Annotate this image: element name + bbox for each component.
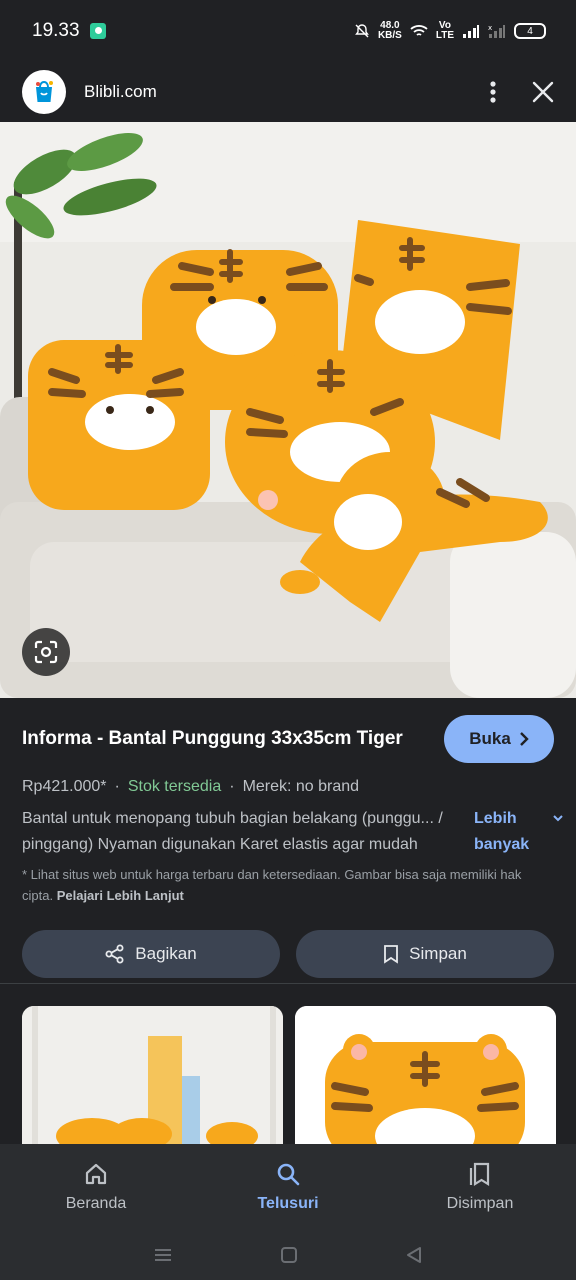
close-icon[interactable] bbox=[532, 81, 554, 103]
related-image[interactable] bbox=[295, 1006, 556, 1144]
more-vert-icon[interactable] bbox=[490, 80, 496, 104]
site-name[interactable]: Blibli.com bbox=[84, 82, 157, 102]
svg-text:x: x bbox=[488, 24, 492, 32]
stock-status: Stok tersedia bbox=[127, 778, 222, 795]
status-right: 48.0 KB/S Vo LTE x 4 bbox=[354, 21, 546, 41]
status-left: 19.33 bbox=[32, 20, 106, 42]
muted-bell-icon bbox=[355, 24, 369, 38]
open-button-label: Buka bbox=[469, 729, 511, 748]
signal-icon bbox=[463, 25, 479, 38]
site-header: Blibli.com bbox=[0, 62, 576, 122]
title-row: Informa - Bantal Punggung 33x35cm Tiger … bbox=[22, 698, 554, 780]
chevron-down-icon bbox=[553, 815, 563, 822]
brand: Merek: no brand bbox=[242, 778, 360, 795]
home-square-icon[interactable] bbox=[280, 1246, 298, 1264]
home-icon bbox=[85, 1163, 107, 1185]
section-divider bbox=[0, 983, 576, 984]
nav-label-home: Beranda bbox=[65, 1195, 127, 1212]
site-logo[interactable] bbox=[22, 70, 66, 114]
share-icon bbox=[105, 944, 124, 964]
related-image[interactable] bbox=[22, 1006, 283, 1144]
more-label: Lebih banyak bbox=[474, 810, 530, 853]
bookmark-icon bbox=[384, 945, 399, 964]
volte-indicator: Vo LTE bbox=[436, 21, 454, 41]
status-bar: 19.33 48.0 KB/S Vo LTE x 4 bbox=[0, 0, 576, 62]
back-triangle-icon[interactable] bbox=[405, 1246, 423, 1264]
system-nav-bar bbox=[0, 1230, 576, 1280]
share-button[interactable]: Bagikan bbox=[22, 930, 280, 978]
search-icon bbox=[277, 1163, 300, 1186]
more-button[interactable]: Lebih banyak bbox=[474, 806, 563, 858]
volte-bottom: LTE bbox=[435, 30, 454, 41]
description-row: Bantal untuk menopang tubuh bagian belak… bbox=[22, 806, 563, 858]
separator: · bbox=[229, 778, 235, 795]
collections-icon bbox=[469, 1162, 490, 1186]
shopping-bag-logo-icon bbox=[36, 80, 53, 102]
save-button[interactable]: Simpan bbox=[296, 930, 554, 978]
signal-sim2-icon: x bbox=[488, 24, 505, 38]
header-actions bbox=[490, 80, 554, 104]
related-image-tiger-pillow bbox=[295, 1006, 556, 1144]
meta-row: Rp421.000* · Stok tersedia · Merek: no b… bbox=[22, 778, 554, 796]
separator: · bbox=[114, 778, 120, 795]
action-buttons: Bagikan Simpan bbox=[22, 930, 554, 978]
product-info: Informa - Bantal Punggung 33x35cm Tiger … bbox=[22, 698, 563, 978]
nav-item-home[interactable]: Beranda bbox=[0, 1144, 192, 1230]
nav-item-saved[interactable]: Disimpan bbox=[384, 1144, 576, 1230]
recents-menu-icon[interactable] bbox=[153, 1247, 173, 1263]
nav-item-search[interactable]: Telusuri bbox=[192, 1144, 384, 1230]
battery-indicator: 4 bbox=[514, 23, 546, 39]
bottom-nav: Beranda Telusuri Disimpan bbox=[0, 1144, 576, 1230]
save-label: Simpan bbox=[409, 944, 467, 963]
network-speed-unit: KB/S bbox=[377, 30, 402, 41]
share-label: Bagikan bbox=[135, 944, 197, 963]
learn-more-link[interactable]: Pelajari Lebih Lanjut bbox=[57, 888, 184, 903]
wifi-icon bbox=[410, 25, 428, 36]
clock: 19.33 bbox=[32, 20, 80, 41]
tiger-pillows-illustration bbox=[0, 122, 576, 698]
chevron-right-icon bbox=[519, 732, 529, 746]
nav-label-search: Telusuri bbox=[257, 1195, 319, 1212]
app-notification-icon bbox=[89, 23, 106, 39]
lens-icon bbox=[34, 640, 58, 664]
related-image-pillows bbox=[22, 1006, 283, 1144]
related-images bbox=[22, 1006, 556, 1144]
open-button[interactable]: Buka bbox=[444, 715, 554, 763]
product-description: Bantal untuk menopang tubuh bagian belak… bbox=[22, 810, 443, 853]
nav-label-saved: Disimpan bbox=[446, 1195, 514, 1212]
visual-search-button[interactable] bbox=[22, 628, 70, 676]
network-speed: 48.0 KB/S bbox=[378, 21, 402, 41]
product-title: Informa - Bantal Punggung 33x35cm Tiger bbox=[22, 728, 403, 749]
disclaimer: * Lihat situs web untuk harga terbaru da… bbox=[22, 864, 542, 906]
product-image[interactable] bbox=[0, 122, 576, 698]
price: Rp421.000* bbox=[22, 778, 107, 795]
